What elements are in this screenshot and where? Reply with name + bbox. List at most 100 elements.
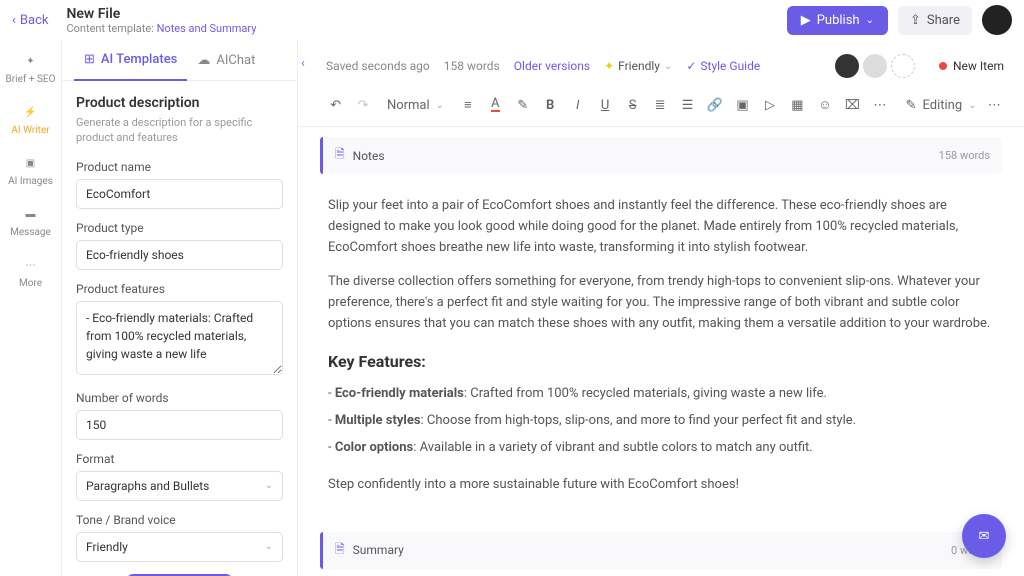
table-button[interactable]: ▦ [788, 94, 807, 116]
chat-icon: ✉ [979, 529, 990, 544]
feature-item: - Color options: Available in a variety … [328, 438, 994, 459]
product-features-textarea[interactable]: - Eco-friendly materials: Crafted from 1… [76, 301, 283, 375]
more-format-button[interactable]: ⋯ [870, 94, 889, 116]
field-product-type: Product type [76, 221, 283, 270]
chevron-left-icon: ‹ [12, 13, 16, 28]
share-button[interactable]: ⇪ Share [898, 6, 972, 35]
feature-item: - Multiple styles: Choose from high-tops… [328, 411, 994, 432]
format-select[interactable]: Paragraphs and Bullets ⌄ [76, 471, 283, 501]
publish-button[interactable]: ▶ Publish ⌄ [787, 6, 888, 35]
ellipsis-icon: ⋯ [21, 256, 39, 274]
chevron-down-icon: ⌄ [968, 100, 976, 111]
intercom-chat-button[interactable]: ✉ [962, 514, 1006, 558]
image-icon: ▣ [21, 154, 39, 172]
back-label: Back [20, 13, 49, 28]
editing-mode-select[interactable]: ✎ Editing ⌄ [906, 98, 977, 113]
emoji-button[interactable]: ☺ [815, 94, 834, 116]
file-title: New File [66, 6, 256, 22]
video-button[interactable]: ▷ [760, 94, 779, 116]
word-count: 158 words [444, 59, 500, 73]
upload-icon: ⇪ [910, 13, 921, 28]
content-template-row: Content template: Notes and Summary [66, 22, 256, 35]
field-tone: Tone / Brand voice Friendly ⌄ [76, 513, 283, 562]
sidebar: ⊞ AI Templates ☁ AIChat Product descript… [62, 40, 298, 576]
status-dot-icon [939, 62, 947, 70]
paragraph: The diverse collection offers something … [328, 272, 994, 334]
saved-status: Saved seconds ago [326, 59, 430, 73]
header-actions: ▶ Publish ⌄ ⇪ Share [787, 5, 1012, 35]
avatar[interactable] [863, 54, 887, 78]
rail-more[interactable]: ⋯ More [19, 256, 42, 289]
field-word-count: Number of words [76, 391, 283, 440]
back-link[interactable]: ‹ Back [12, 13, 48, 28]
older-versions-link[interactable]: Older versions [514, 59, 590, 73]
highlight-button[interactable]: ✎ [513, 94, 532, 116]
toolbar-overflow-button[interactable]: ⋯ [985, 94, 1004, 116]
rail-message[interactable]: ▬ Message [10, 205, 51, 238]
tone-select[interactable]: Friendly ⌄ [76, 532, 283, 562]
chevron-down-icon: ⌄ [664, 61, 672, 72]
rail-brief-seo[interactable]: ✦ Brief + SEO [6, 52, 56, 85]
text-color-button[interactable]: A [486, 94, 505, 116]
avatar[interactable] [835, 54, 859, 78]
italic-button[interactable]: I [568, 94, 587, 116]
chevron-down-icon: ⌄ [866, 15, 874, 26]
target-icon: ✦ [22, 52, 40, 70]
features-heading: Key Features: [328, 349, 994, 375]
field-product-name: Product name [76, 160, 283, 209]
sidebar-tabs: ⊞ AI Templates ☁ AIChat [62, 40, 297, 81]
user-avatar[interactable] [982, 5, 1012, 35]
rail-ai-images[interactable]: ▣ AI Images [8, 154, 53, 187]
panel-title: Product description [76, 95, 283, 111]
new-item-indicator[interactable]: New Item [939, 59, 1004, 73]
add-avatar[interactable] [891, 54, 915, 78]
bold-button[interactable]: B [540, 94, 559, 116]
check-circle-icon: ✓ [686, 59, 696, 73]
product-name-input[interactable] [76, 179, 283, 209]
play-icon: ▶ [801, 13, 811, 28]
main-area: ✦ Brief + SEO ⚡ AI Writer ▣ AI Images ▬ … [0, 40, 1024, 576]
chat-icon: ▬ [22, 205, 40, 223]
template-link[interactable]: Notes and Summary [157, 22, 257, 35]
notes-section-header[interactable]: 🗎 Notes 158 words [320, 137, 1002, 174]
summary-section-header[interactable]: 🗎 Summary 0 words [320, 532, 1002, 569]
field-product-features: Product features - Eco-friendly material… [76, 282, 283, 379]
template-panel: Product description Generate a descripti… [62, 81, 297, 576]
redo-button[interactable]: ↷ [353, 94, 372, 116]
clear-format-button[interactable]: ⌧ [843, 94, 862, 116]
bullet-list-button[interactable]: ≣ [650, 94, 669, 116]
paragraph: Slip your feet into a pair of EcoComfort… [328, 196, 994, 258]
collapse-sidebar-button[interactable]: ‹ [296, 56, 310, 70]
paragraph: Step confidently into a more sustainable… [328, 475, 994, 496]
product-type-input[interactable] [76, 240, 283, 270]
strikethrough-button[interactable]: S [623, 94, 642, 116]
numbered-list-button[interactable]: ☰ [678, 94, 697, 116]
title-block: New File Content template: Notes and Sum… [66, 6, 256, 35]
style-guide-link[interactable]: ✓ Style Guide [686, 59, 760, 73]
panel-desc: Generate a description for a specific pr… [76, 115, 283, 146]
chat-icon: ☁ [197, 53, 210, 68]
bolt-icon: ⚡ [22, 103, 40, 121]
editor: Saved seconds ago 158 words Older versio… [298, 40, 1024, 576]
tab-aichat[interactable]: ☁ AIChat [187, 40, 265, 80]
rail-ai-writer[interactable]: ⚡ AI Writer [11, 103, 49, 136]
tab-ai-templates[interactable]: ⊞ AI Templates [74, 40, 187, 81]
pencil-icon: ✎ [906, 98, 917, 113]
underline-button[interactable]: U [595, 94, 614, 116]
align-button[interactable]: ≡ [458, 94, 477, 116]
tone-dropdown[interactable]: ✦ Friendly ⌄ [604, 59, 672, 73]
notes-word-count: 158 words [939, 149, 990, 162]
notes-body[interactable]: Slip your feet into a pair of EcoComfort… [320, 184, 1002, 522]
note-icon: 🗎 [335, 145, 345, 166]
word-count-input[interactable] [76, 410, 283, 440]
top-header: ‹ Back New File Content template: Notes … [0, 0, 1024, 40]
undo-button[interactable]: ↶ [326, 94, 345, 116]
image-button[interactable]: ▣ [733, 94, 752, 116]
left-rail: ✦ Brief + SEO ⚡ AI Writer ▣ AI Images ▬ … [0, 40, 62, 576]
editor-toolbar: ↶ ↷ Normal ⌄ ≡ A ✎ B I U S ≣ ☰ 🔗 ▣ ▷ ▦ ☺… [298, 88, 1024, 127]
sparkle-icon: ✦ [604, 59, 614, 73]
link-button[interactable]: 🔗 [705, 94, 724, 116]
paragraph-style-select[interactable]: Normal ⌄ [381, 95, 450, 116]
collaborator-avatars [835, 54, 915, 78]
editor-meta: Saved seconds ago 158 words Older versio… [298, 40, 1024, 88]
